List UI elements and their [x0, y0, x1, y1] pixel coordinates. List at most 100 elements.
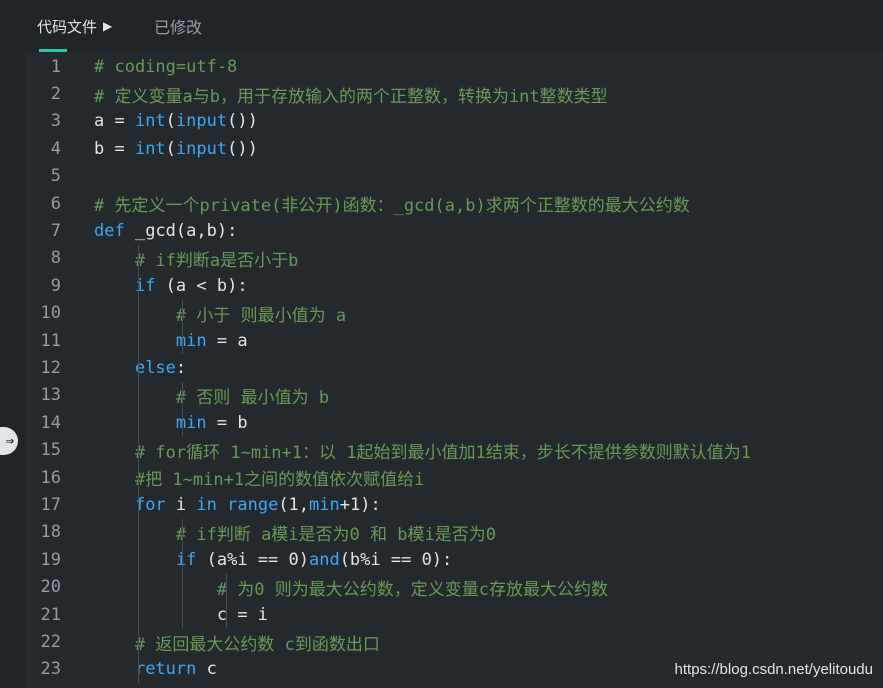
code-token: # 为0 则为最大公约数，定义变量c存放最大公约数	[216, 579, 609, 600]
code-token: and	[308, 549, 340, 570]
code-token: int	[134, 111, 166, 132]
code-token: if	[175, 549, 197, 570]
code-text: # 定义变量a与b，用于存放输入的两个正整数，转换为int整数类型	[94, 82, 608, 107]
tab-modified[interactable]: 已修改	[154, 0, 202, 52]
code-token: b =	[94, 138, 135, 159]
code-line[interactable]: 5	[25, 163, 61, 190]
code-text: min = b	[94, 413, 248, 433]
code-token: else	[134, 358, 176, 379]
code-token: # if判断a是否小于b	[134, 250, 299, 271]
code-line[interactable]: 17 for i in range(1,min+1):	[25, 491, 381, 518]
code-line[interactable]: 18 # if判断 a模i是否为0 和 b模i是否为0	[25, 519, 496, 546]
line-number: 5	[50, 166, 61, 187]
code-token: c = i	[216, 604, 269, 625]
collapse-panel-handle-icon[interactable]: ⇒	[0, 427, 18, 455]
line-number: 15	[40, 440, 61, 461]
code-text: c = i	[94, 605, 268, 625]
line-number: 10	[40, 303, 61, 324]
code-token: int	[134, 138, 166, 159]
code-line[interactable]: 8 # if判断a是否小于b	[25, 245, 299, 272]
code-token: # for循环 1~min+1：以 1起始到最小值加1结束，步长不提供参数则默认…	[134, 442, 751, 463]
code-line[interactable]: 19 if (a%i == 0)and(b%i == 0):	[25, 546, 453, 573]
code-text: if (a%i == 0)and(b%i == 0):	[94, 550, 452, 570]
code-line[interactable]: 2 # 定义变量a与b，用于存放输入的两个正整数，转换为int整数类型	[25, 80, 608, 107]
code-text: min = a	[94, 331, 248, 351]
code-token: = b	[206, 412, 248, 433]
code-text: a = int(input())	[94, 111, 258, 131]
code-token: (	[165, 111, 176, 132]
code-token: return	[134, 659, 197, 680]
line-number: 3	[50, 111, 61, 132]
code-text: #把 1~min+1之间的数值依次赋值给i	[94, 465, 424, 490]
line-number: 8	[50, 248, 61, 269]
code-editor[interactable]: 1 # coding=utf-8 2 # 定义变量a与b，用于存放输入的两个正整数，转…	[25, 52, 883, 688]
code-text: if (a < b):	[94, 276, 248, 296]
code-line[interactable]: 6 # 先定义一个private(非公开)函数：_gcd(a,b)求两个正整数的最…	[25, 190, 690, 217]
line-number: 7	[50, 221, 61, 242]
code-line[interactable]: 16 #把 1~min+1之间的数值依次赋值给i	[25, 464, 425, 491]
code-token: def	[94, 221, 125, 242]
code-token: :	[175, 358, 187, 379]
indent-guide	[182, 299, 183, 355]
code-line[interactable]: 23 return c	[25, 656, 217, 683]
code-token: = a	[206, 330, 248, 351]
line-number: 9	[50, 275, 61, 296]
line-number: 23	[40, 659, 61, 680]
line-number: 13	[40, 385, 61, 406]
code-line[interactable]: 13 # 否则 最小值为 b	[25, 382, 330, 409]
code-line[interactable]: 15 # for循环 1~min+1：以 1起始到最小值加1结束，步长不提供参数…	[25, 437, 751, 464]
code-token: min	[309, 495, 340, 516]
code-token: input	[175, 111, 228, 132]
code-text: # 先定义一个private(非公开)函数：_gcd(a,b)求两个正整数的最大…	[94, 191, 690, 216]
code-token: _gcd(a,b):	[124, 221, 238, 242]
code-line[interactable]: 20 # 为0 则为最大公约数，定义变量c存放最大公约数	[25, 574, 609, 601]
tab-code-file-label: 代码文件	[37, 17, 98, 36]
code-text: for i in range(1,min+1):	[94, 495, 381, 515]
line-number: 1	[50, 56, 61, 77]
code-line[interactable]: 14 min = b	[25, 409, 248, 436]
code-text: def _gcd(a,b):	[94, 221, 237, 241]
code-token: # 先定义一个private(非公开)函数：_gcd(a,b)求两个正整数的最大…	[94, 196, 690, 217]
code-token: in	[196, 495, 217, 516]
code-token: # 定义变量a与b，用于存放输入的两个正整数，转换为int整数类型	[94, 86, 608, 107]
code-token: i	[165, 495, 197, 516]
code-text: return c	[94, 659, 217, 679]
code-line[interactable]: 10 # 小于 则最小值为 a	[25, 300, 347, 327]
code-line[interactable]: 12 else:	[25, 354, 187, 381]
code-line[interactable]: 4 b = int(input())	[25, 135, 258, 162]
code-text: # for循环 1~min+1：以 1起始到最小值加1结束，步长不提供参数则默认…	[94, 438, 751, 463]
code-token: #把 1~min+1之间的数值依次赋值给i	[134, 470, 425, 491]
code-line[interactable]: 1 # coding=utf-8	[25, 53, 238, 80]
code-line[interactable]: 7 def _gcd(a,b):	[25, 217, 238, 244]
code-token: ())	[227, 111, 258, 132]
code-line[interactable]: 11 min = a	[25, 327, 248, 354]
run-icon[interactable]: ▶	[103, 19, 112, 33]
line-number: 2	[50, 84, 61, 105]
line-number: 16	[40, 467, 61, 488]
code-line[interactable]: 22 # 返回最大公约数 c到函数出口	[25, 628, 380, 655]
code-text: # 小于 则最小值为 a	[94, 301, 346, 326]
line-number: 4	[50, 138, 61, 159]
code-token: # 小于 则最小值为 a	[175, 305, 347, 326]
code-line[interactable]: 21 c = i	[25, 601, 269, 628]
code-line[interactable]: 9 if (a < b):	[25, 272, 248, 299]
code-token: a =	[94, 111, 135, 132]
code-text: # if判断 a模i是否为0 和 b模i是否为0	[94, 520, 496, 545]
code-token: (1,	[278, 495, 310, 516]
watermark: https://blog.csdn.net/yelitoudu	[674, 661, 873, 678]
code-line[interactable]: 3 a = int(input())	[25, 108, 258, 135]
indent-guide	[226, 573, 227, 629]
tab-code-file[interactable]: 代码文件 ▶	[37, 0, 112, 52]
